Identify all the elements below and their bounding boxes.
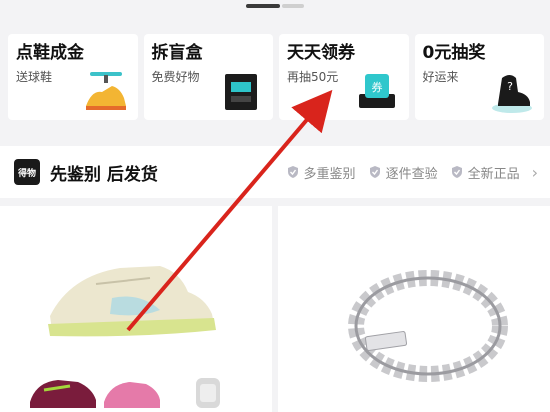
- annotation-arrow: [126, 89, 333, 332]
